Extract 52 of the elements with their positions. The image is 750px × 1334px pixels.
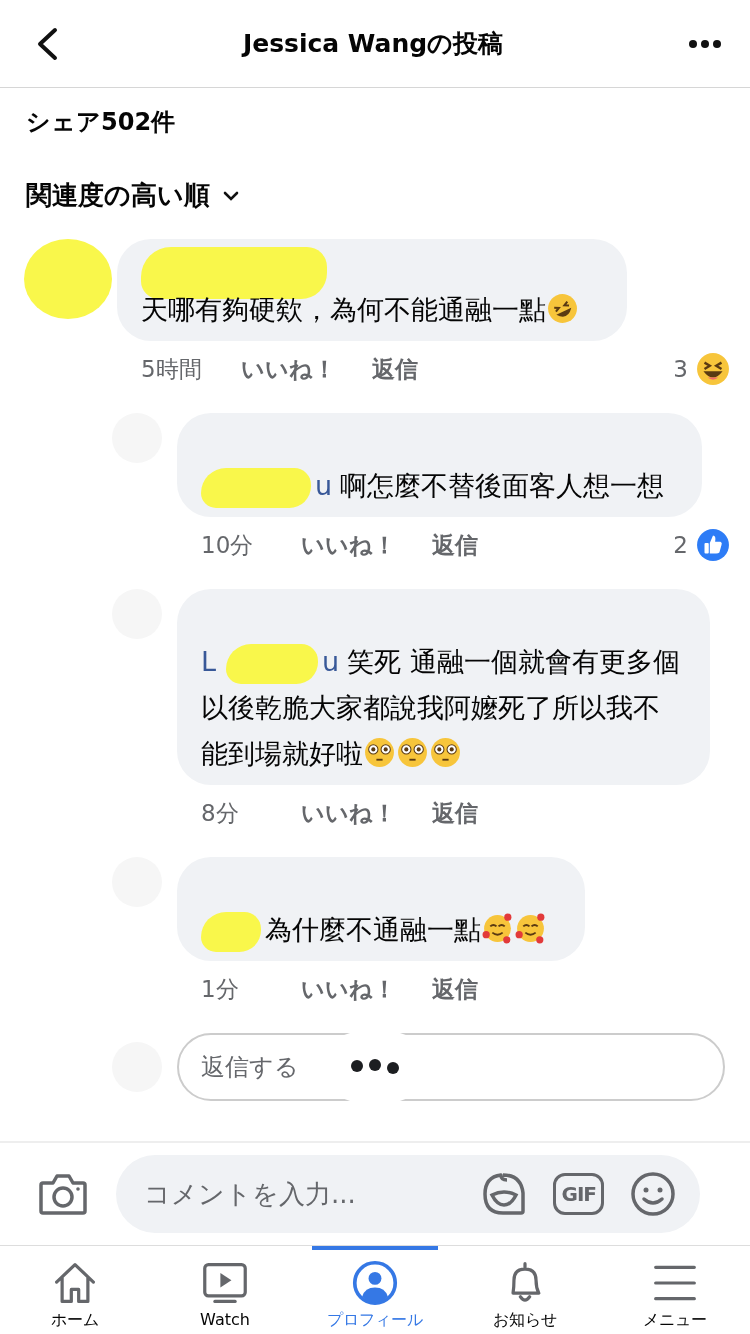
reaction-count[interactable]: 2 [673, 532, 688, 558]
tab[interactable]: Watch [162, 1246, 288, 1334]
flushed-face-icon [396, 736, 429, 769]
like-link[interactable]: いいね！ [301, 529, 396, 561]
thumbs-up-reaction-icon[interactable] [696, 528, 730, 562]
video-icon [202, 1260, 248, 1306]
smiling-face-hearts-icon [481, 912, 514, 945]
profile-icon [352, 1260, 398, 1306]
reply-link[interactable]: 返信 [432, 973, 478, 1005]
like-link[interactable]: いいね！ [301, 973, 396, 1005]
typing-dots-icon [349, 1059, 401, 1075]
comment-field[interactable]: コメントを入力... GIF [116, 1155, 700, 1233]
home-icon [52, 1260, 98, 1306]
comment-time: 5時間 [141, 354, 203, 384]
smiley-icon[interactable] [630, 1171, 676, 1217]
tab[interactable]: メニュー [612, 1246, 738, 1334]
back-icon[interactable] [36, 26, 58, 61]
reply-link[interactable]: 返信 [372, 353, 418, 385]
post-title: Jessica Wangの投稿 [240, 28, 505, 60]
comment-text: 能到場就好啦 [201, 738, 363, 769]
comment-time: 8分 [201, 798, 240, 828]
smiling-face-hearts-icon [514, 912, 547, 945]
comment-time: 1分 [201, 974, 240, 1004]
reaction-count[interactable]: 3 [673, 356, 688, 382]
comment-text: 笑死 通融一個就會有更多個 [347, 646, 680, 677]
reply-link[interactable]: 返信 [432, 529, 478, 561]
author-name[interactable]: u [322, 646, 340, 677]
laughing-reaction-icon[interactable] [696, 352, 730, 386]
comment-text: 為什麼不通融一點 [265, 914, 481, 945]
laughing-face-icon [546, 292, 579, 325]
share-count[interactable]: シェア502件 [0, 88, 176, 138]
reply-link[interactable]: 返信 [432, 797, 478, 829]
more-icon[interactable] [688, 38, 722, 49]
comment-text: 天哪有夠硬欸，為何不能通融一點 [141, 294, 546, 325]
like-link[interactable]: いいね！ [241, 353, 336, 385]
tab[interactable]: ホーム [12, 1246, 138, 1334]
tab[interactable]: お知らせ [462, 1246, 588, 1334]
gif-button[interactable]: GIF [553, 1173, 604, 1215]
sort-dropdown[interactable]: 関連度の高い順 [26, 178, 240, 213]
author-name[interactable]: u [315, 470, 333, 501]
sticker-icon[interactable] [481, 1171, 528, 1217]
flushed-face-icon [363, 736, 396, 769]
camera-icon[interactable] [38, 1172, 88, 1216]
comment-text: 以後乾脆大家都說我阿嬤死了所以我不 [201, 692, 660, 723]
flushed-face-icon [429, 736, 462, 769]
redaction-mark [201, 911, 261, 952]
author-name[interactable]: L [201, 646, 217, 677]
comment-time: 10分 [201, 530, 255, 560]
comment-text: 啊怎麼不替後面客人想一想 [340, 470, 665, 501]
tab[interactable]: プロフィール [312, 1246, 438, 1334]
chevron-down-icon [222, 189, 240, 202]
like-link[interactable]: いいね！ [301, 797, 396, 829]
